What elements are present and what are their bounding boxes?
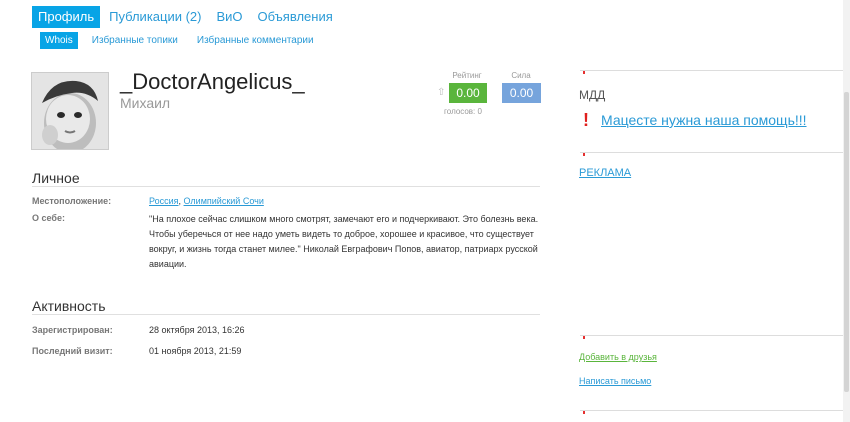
user-login: _DoctorAngelicus_ (120, 69, 305, 94)
location-country-link[interactable]: Россия (149, 196, 179, 206)
section-title-personal: Личное (32, 170, 80, 186)
user-real-name: Михаил (120, 95, 171, 111)
sidebar-divider (580, 335, 843, 336)
subtab-favorite-comments[interactable]: Избранные комментарии (192, 32, 319, 49)
sidebar-divider (580, 70, 843, 71)
tab-profile[interactable]: Профиль (32, 6, 101, 28)
tab-vio[interactable]: ВиО (211, 6, 249, 28)
ad-link[interactable]: РЕКЛАМА (579, 167, 631, 179)
subtab-whois[interactable]: Whois (40, 32, 78, 49)
location-city-link[interactable]: Олимпийский Сочи (184, 196, 264, 206)
mdd-help-link[interactable]: Мацесте нужна наша помощь!!! (601, 112, 807, 128)
divider (32, 186, 540, 187)
sidebar-divider (580, 152, 843, 153)
tab-publications[interactable]: Публикации (2) (103, 6, 207, 28)
rating-value: 0.00 (449, 83, 487, 103)
sidebar-divider (580, 410, 843, 411)
last-visit-label: Последний визит: (32, 346, 113, 356)
add-friend-link[interactable]: Добавить в друзья (579, 352, 657, 362)
sidebar-marker (583, 411, 585, 414)
about-text: "На плохое сейчас слишком много смотрят,… (149, 214, 539, 269)
vote-up-icon[interactable]: ⇧ (437, 87, 445, 98)
last-visit-value: 01 ноября 2013, 21:59 (149, 346, 242, 356)
profile-tabs: Профиль Публикации (2) ВиО Объявления (32, 6, 342, 28)
section-title-activity: Активность (32, 298, 106, 314)
exclamation-icon: ! (583, 110, 589, 130)
sidebar-marker (583, 71, 585, 74)
about-label: О себе: (32, 213, 65, 223)
registered-label: Зарегистрирован: (32, 325, 113, 335)
scrollbar-thumb[interactable] (844, 92, 849, 392)
sidebar-marker (583, 153, 585, 156)
votes-count: голосов: 0 (444, 107, 482, 116)
write-message-link[interactable]: Написать письмо (579, 376, 651, 386)
sidebar-marker (583, 336, 585, 339)
profile-subtabs: Whois Избранные топики Избранные коммент… (40, 32, 328, 49)
tab-ads[interactable]: Объявления (252, 6, 339, 28)
divider (32, 314, 540, 315)
mdd-title: МДД (579, 88, 606, 102)
power-label: Сила (511, 71, 531, 80)
subtab-favorite-topics[interactable]: Избранные топики (87, 32, 183, 49)
location-value: Россия, Олимпийский Сочи (149, 196, 264, 206)
power-value: 0.00 (502, 83, 541, 103)
location-label: Местоположение: (32, 196, 112, 206)
avatar-image (32, 73, 108, 149)
registered-value: 28 октября 2013, 16:26 (149, 325, 245, 335)
avatar (31, 72, 109, 150)
rating-label: Рейтинг (452, 71, 482, 80)
